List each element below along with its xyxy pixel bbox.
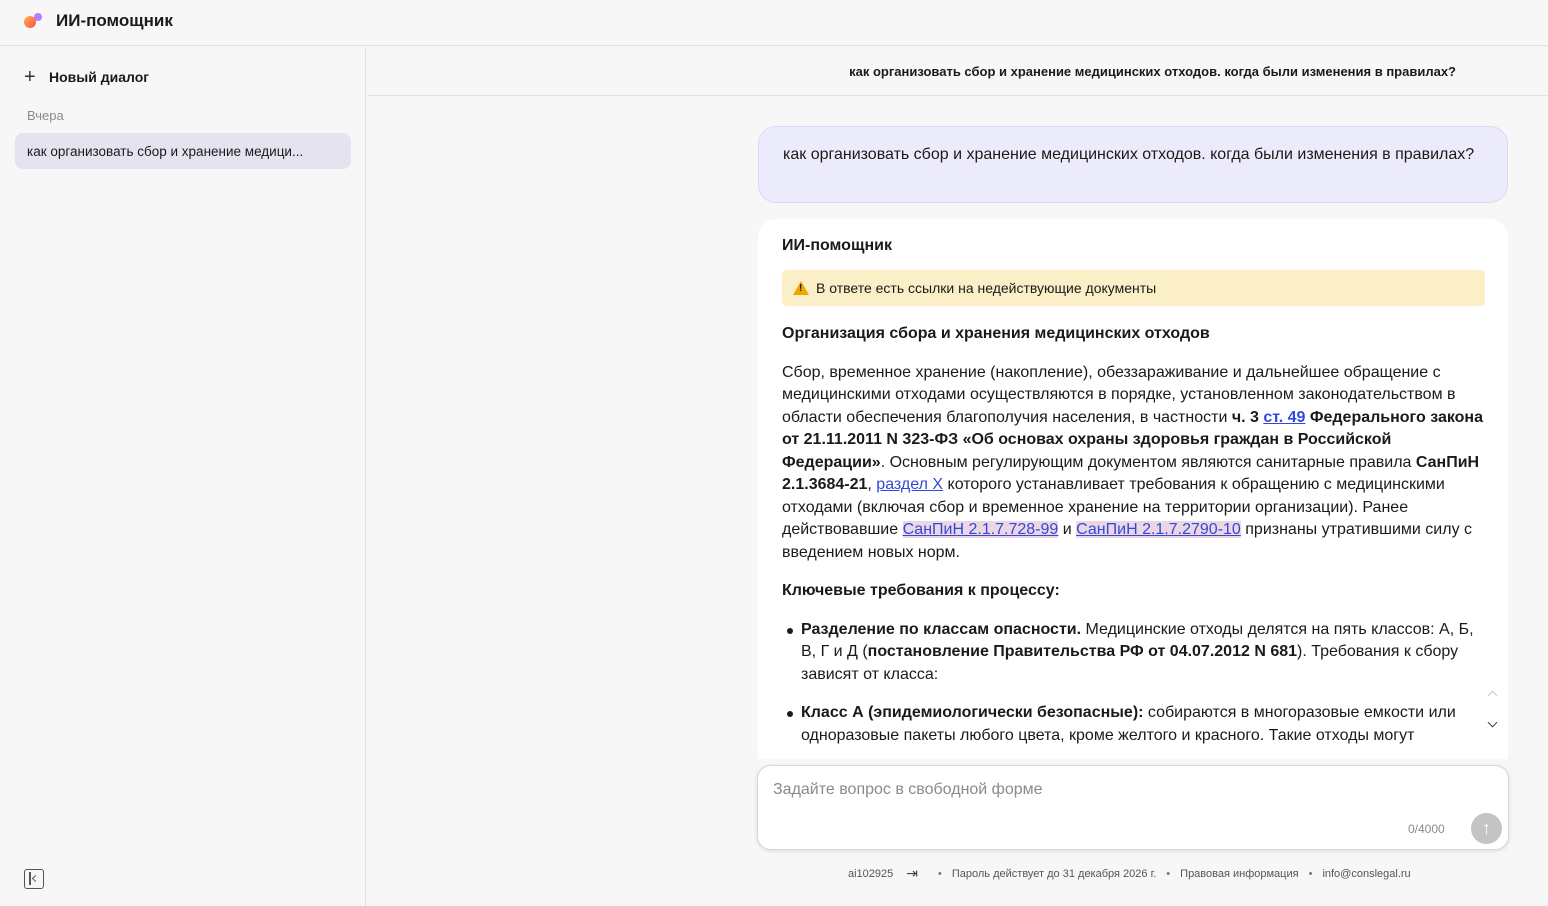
footer: ai102925 ⇥ • Пароль действует до 31 дека…	[848, 865, 1411, 882]
answer-body: Организация сбора и хранения медицинских…	[782, 323, 1488, 759]
composer: 0/4000 ↑	[757, 765, 1509, 850]
list-item: Разделение по классам опасности. Медицин…	[787, 619, 1488, 687]
chat-title: как организовать сбор и хранение медицин…	[849, 64, 1456, 79]
user-message: как организовать сбор и хранение медицин…	[758, 126, 1508, 203]
new-dialog-button[interactable]: + Новый диалог	[24, 67, 149, 87]
chat-area: как организовать сбор и хранение медицин…	[367, 47, 1548, 906]
separator: •	[1166, 867, 1171, 880]
question-input[interactable]	[773, 778, 1373, 802]
requirements-list: Разделение по классам опасности. Медицин…	[782, 619, 1488, 748]
plus-icon: +	[24, 66, 36, 88]
send-button[interactable]: ↑	[1471, 813, 1502, 844]
arrow-up-icon: ↑	[1482, 818, 1491, 838]
list-item: Класс А (эпидемиологически безопасные): …	[787, 702, 1488, 747]
text: и	[1058, 521, 1077, 538]
legal-info-link[interactable]: Правовая информация	[1180, 868, 1298, 880]
doc-link-section-x[interactable]: раздел X	[876, 476, 943, 493]
text: ,	[867, 476, 877, 493]
email-link[interactable]: info@conslegal.ru	[1322, 868, 1410, 880]
app-title: ИИ-помощник	[56, 11, 173, 30]
invalid-docs-warning: В ответе есть ссылки на недействующие до…	[782, 270, 1485, 306]
chat-header: как организовать сбор и хранение медицин…	[367, 47, 1548, 96]
text: . Основным регулирующим документом являю…	[880, 453, 1416, 471]
scroll-up-icon[interactable]	[1486, 688, 1500, 702]
bold-text: ч. 3	[1231, 408, 1259, 426]
warning-text: В ответе есть ссылки на недействующие до…	[816, 280, 1157, 296]
bold-text: Разделение по классам опасности.	[801, 620, 1082, 638]
user-id: ai102925	[848, 867, 894, 880]
bold-text: Класс А (эпидемиологически безопасные):	[801, 704, 1144, 721]
collapse-sidebar-icon[interactable]	[24, 869, 44, 889]
answer-heading: Организация сбора и хранения медицинских…	[782, 325, 1210, 342]
app-logo-icon	[24, 13, 46, 29]
doc-link-st49[interactable]: ст. 49	[1263, 409, 1305, 426]
char-counter: 0/4000	[1408, 822, 1445, 836]
invalid-doc-link[interactable]: СанПиН 2.1.7.728-99	[902, 521, 1059, 538]
password-info: Пароль действует до 31 декабря 2026 г.	[951, 867, 1157, 880]
answer-paragraph: Сбор, временное хранение (накопление), о…	[782, 362, 1488, 565]
bold-text: постановление Правительства РФ от 04.07.…	[867, 643, 1298, 660]
history-group-label: Вчера	[27, 108, 64, 123]
new-dialog-label: Новый диалог	[49, 69, 150, 85]
sidebar: + Новый диалог Вчера как организовать сб…	[0, 47, 366, 906]
top-bar: ИИ-помощник	[0, 0, 1548, 46]
assistant-answer: ИИ-помощник В ответе есть ссылки на неде…	[758, 219, 1508, 759]
invalid-doc-link[interactable]: СанПиН 2.1.7.2790-10	[1076, 521, 1241, 538]
scroll-down-icon[interactable]	[1486, 718, 1500, 732]
history-item[interactable]: как организовать сбор и хранение медици.…	[15, 133, 351, 169]
answer-subheading: Ключевые требования к процессу:	[782, 582, 1060, 599]
separator: •	[1308, 867, 1313, 880]
logout-icon[interactable]: ⇥	[906, 865, 918, 882]
assistant-name: ИИ-помощник	[782, 237, 892, 254]
separator: •	[938, 867, 942, 880]
warning-icon	[793, 281, 809, 295]
